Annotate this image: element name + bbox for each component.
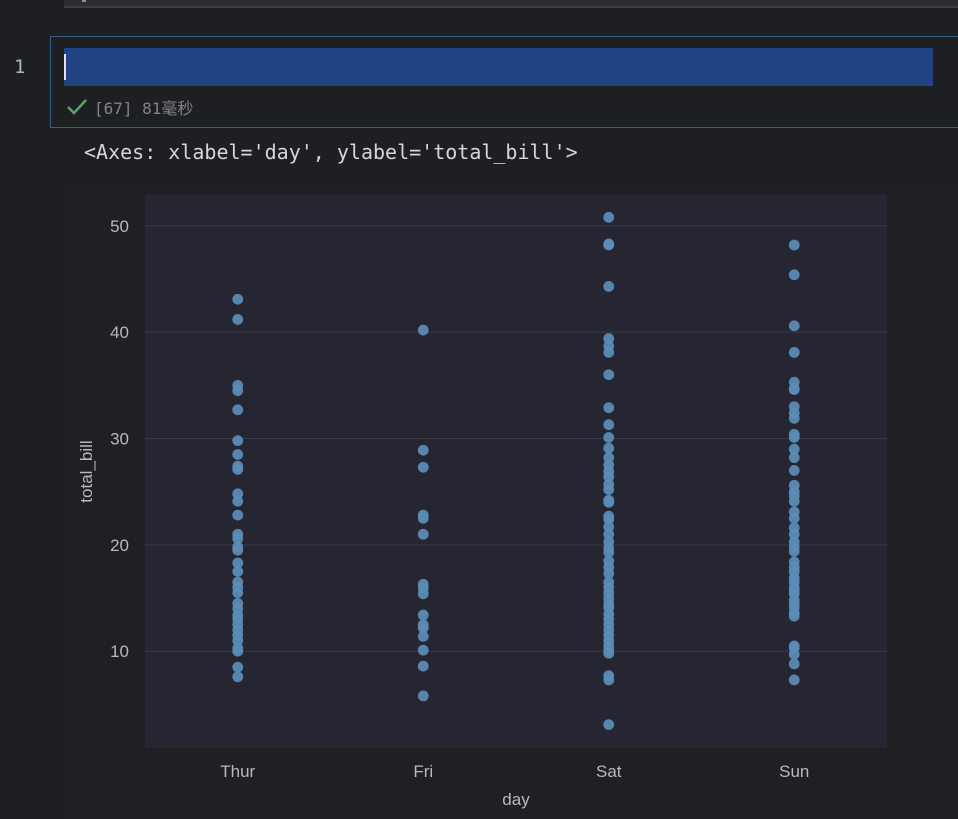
data-point <box>417 609 429 621</box>
previous-cell-edge <box>64 0 958 8</box>
data-point <box>788 658 800 670</box>
x-axis-label: day <box>502 790 530 809</box>
data-point <box>417 528 429 540</box>
data-point <box>788 512 800 524</box>
y-tick-label: 30 <box>110 430 129 449</box>
data-point <box>232 587 244 599</box>
data-point <box>603 442 615 454</box>
y-tick-label: 40 <box>110 323 129 342</box>
data-point <box>232 509 244 521</box>
data-point <box>788 465 800 476</box>
data-point <box>232 385 244 397</box>
data-point <box>232 404 244 416</box>
x-tick-label: Thur <box>220 762 255 781</box>
check-icon <box>67 99 87 115</box>
y-axis-label: total_bill <box>77 440 96 502</box>
data-point <box>603 674 615 686</box>
editor-gutter <box>0 0 50 819</box>
data-point <box>603 402 615 414</box>
data-point <box>232 293 244 305</box>
data-point <box>788 320 800 332</box>
scroll-marker <box>82 0 86 2</box>
output-repr: <Axes: xlabel='day', ylabel='total_bill'… <box>84 140 578 164</box>
data-point <box>417 690 429 702</box>
output-area: 10 20 30 40 50 Thur Fri Sat Sun day total_bill <box>64 185 958 819</box>
data-point <box>417 588 429 600</box>
data-point <box>232 671 244 683</box>
strip-plot: 10 20 30 40 50 Thur Fri Sat Sun day total_bill <box>77 195 887 809</box>
data-point <box>232 449 244 460</box>
data-point <box>417 324 429 336</box>
plot-area <box>145 195 887 748</box>
line-number: 1 <box>14 56 26 78</box>
data-point <box>232 566 244 577</box>
code-line[interactable]: sns.stripplot(x="day", y="total_bill", d… <box>64 48 933 86</box>
code-cell[interactable]: sns.stripplot(x="day", y="total_bill", d… <box>50 36 958 128</box>
data-point <box>417 461 429 473</box>
data-point <box>232 463 244 475</box>
data-point <box>788 610 800 622</box>
data-point <box>603 484 615 495</box>
data-point <box>788 545 800 557</box>
x-tick-label: Sat <box>596 762 622 781</box>
data-point <box>417 444 429 456</box>
data-point <box>603 369 615 381</box>
data-point <box>232 435 244 447</box>
data-point <box>788 412 800 424</box>
data-point <box>603 419 615 431</box>
data-point <box>788 239 800 251</box>
x-tick-label: Fri <box>413 762 433 781</box>
data-point <box>788 432 800 443</box>
y-tick-label: 10 <box>110 642 129 661</box>
data-point <box>603 346 615 358</box>
data-point <box>788 674 800 686</box>
data-point <box>603 239 615 251</box>
data-point <box>232 314 244 325</box>
data-point <box>232 544 244 556</box>
execution-status: [67] 81毫秒 <box>66 95 193 119</box>
data-point <box>788 495 800 507</box>
data-point <box>603 432 615 443</box>
data-point <box>232 645 244 657</box>
data-point <box>232 495 244 507</box>
data-point <box>603 647 615 659</box>
data-point <box>417 512 429 524</box>
data-point <box>603 719 615 731</box>
data-point <box>788 649 800 660</box>
x-tick-label: Sun <box>779 762 809 781</box>
data-point <box>788 384 800 396</box>
y-tick-label: 20 <box>110 536 129 555</box>
data-point <box>603 281 615 292</box>
data-point <box>603 211 615 223</box>
data-point <box>603 496 615 508</box>
y-tick-label: 50 <box>110 217 129 236</box>
text-caret <box>64 54 66 80</box>
data-point <box>788 346 800 358</box>
data-point <box>417 660 429 672</box>
data-point <box>417 630 429 642</box>
data-point <box>417 644 429 656</box>
data-point <box>788 269 800 281</box>
execution-count-time: [67] 81毫秒 <box>94 99 194 118</box>
data-point <box>788 452 800 464</box>
data-point <box>232 661 244 673</box>
